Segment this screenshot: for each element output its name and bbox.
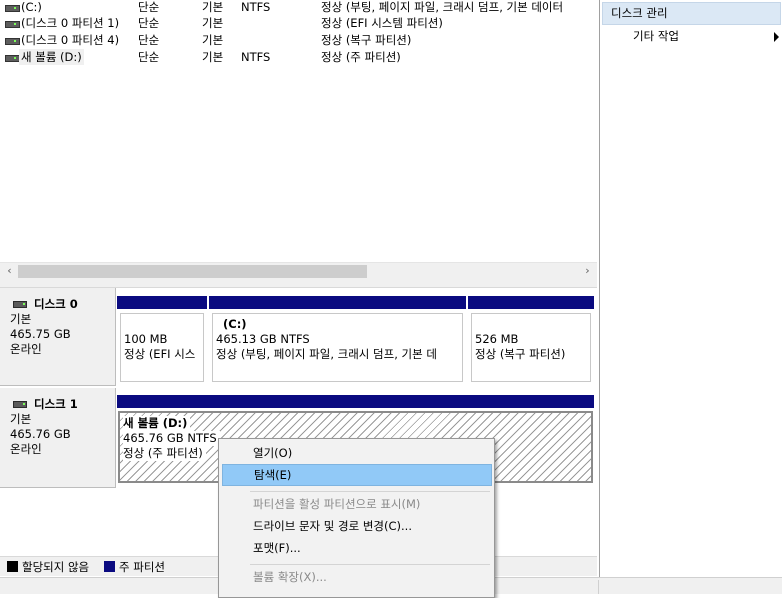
more-actions-item[interactable]: 기타 작업 [603, 26, 781, 47]
horizontal-scrollbar[interactable]: ‹ › [0, 262, 597, 279]
volume-row-part4[interactable]: (디스크 0 파티션 4) 단순 기본 정상 (복구 파티션) [0, 32, 597, 48]
menu-item-mark-active[interactable]: 파티션을 활성 파티션으로 표시(M) [222, 493, 492, 515]
disk-icon [13, 401, 27, 408]
menu-item-open[interactable]: 열기(O) [222, 442, 492, 464]
disk-0-type: 기본 [10, 312, 32, 326]
disk-0-partitions: 100 MB 정상 (EFI 시스 (C:) 465.13 GB NTFS 정상… [117, 296, 594, 386]
unallocated-swatch [7, 561, 18, 572]
volume-list[interactable]: (C:) 단순 기본 NTFS 정상 (부팅, 페이지 파일, 크래시 덤프, … [0, 0, 597, 262]
volume-name: 새 볼륨 (D:) [19, 49, 84, 65]
partition-status: 정상 (EFI 시스 [124, 347, 196, 361]
actions-header[interactable]: 디스크 관리 [602, 2, 781, 25]
partition-recovery[interactable]: 526 MB 정상 (복구 파티션) [466, 296, 594, 386]
volume-status: 정상 (주 파티션) [321, 50, 401, 64]
volume-row-part1[interactable]: (디스크 0 파티션 1) 단순 기본 정상 (EFI 시스템 파티션) [0, 15, 597, 31]
volume-name: (디스크 0 파티션 4) [21, 33, 120, 47]
partition-efi[interactable]: 100 MB 정상 (EFI 시스 [117, 296, 207, 386]
volume-icon [5, 19, 20, 28]
menu-separator [250, 491, 490, 492]
partition-size: 465.76 GB NTFS [123, 431, 220, 446]
volume-type: 기본 [202, 33, 224, 47]
partition-bar [468, 296, 594, 309]
legend-primary: 주 파티션 [119, 560, 165, 574]
volume-type: 기본 [202, 16, 224, 30]
menu-item-explore[interactable]: 탐색(E) [222, 464, 492, 486]
primary-swatch [104, 561, 115, 572]
disk-1-name: 디스크 1 [10, 397, 115, 412]
partition-size: 100 MB [124, 332, 168, 346]
scroll-right-icon[interactable]: › [579, 263, 596, 280]
volume-type: 기본 [202, 50, 224, 64]
menu-item-format[interactable]: 포맷(F)... [222, 537, 492, 559]
partition-title: (C:) [223, 317, 247, 331]
partition-c[interactable]: (C:) 465.13 GB NTFS 정상 (부팅, 페이지 파일, 크래시 … [207, 296, 466, 386]
volume-layout: 단순 [138, 0, 160, 14]
disk-0-label[interactable]: 디스크 0 기본 465.75 GB 온라인 [0, 288, 116, 386]
volume-row-d[interactable]: 새 볼륨 (D:) 단순 기본 NTFS 정상 (주 파티션) [0, 49, 597, 65]
volume-type: 기본 [202, 0, 224, 14]
volume-row-c[interactable]: (C:) 단순 기본 NTFS 정상 (부팅, 페이지 파일, 크래시 덤프, … [0, 0, 597, 15]
disk-0-state: 온라인 [10, 342, 42, 356]
volume-fs: NTFS [241, 0, 271, 14]
volume-status: 정상 (EFI 시스템 파티션) [321, 16, 443, 30]
partition-bar [117, 395, 594, 408]
volume-icon [5, 3, 20, 12]
disk-1-type: 기본 [10, 412, 32, 426]
volume-name: (디스크 0 파티션 1) [21, 16, 120, 30]
volume-fs: NTFS [241, 50, 271, 64]
menu-separator [250, 564, 490, 565]
partition-bar [117, 296, 207, 309]
partition-status: 정상 (복구 파티션) [475, 347, 566, 361]
volume-layout: 단순 [138, 16, 160, 30]
disk-0-size: 465.75 GB [10, 327, 71, 341]
disk-1-label[interactable]: 디스크 1 기본 465.76 GB 온라인 [0, 388, 116, 488]
disk-1-state: 온라인 [10, 442, 42, 456]
actions-pane: 디스크 관리 기타 작업 [599, 0, 782, 577]
legend-unallocated: 할당되지 않음 [22, 560, 90, 574]
status-divider [598, 580, 599, 594]
volume-icon [5, 53, 20, 62]
volume-layout: 단순 [138, 50, 160, 64]
more-actions-label: 기타 작업 [633, 29, 679, 43]
submenu-arrow-icon [774, 32, 779, 42]
partition-size: 526 MB [475, 332, 519, 346]
partition-size: 465.13 GB NTFS [216, 332, 310, 346]
context-menu: 열기(O) 탐색(E) 파티션을 활성 파티션으로 표시(M) 드라이브 문자 … [218, 438, 495, 598]
partition-title: 새 볼륨 (D:) [123, 416, 191, 431]
disk-0-name: 디스크 0 [10, 297, 115, 312]
menu-item-extend[interactable]: 볼륨 확장(X)... [222, 566, 492, 588]
disk-1-size: 465.76 GB [10, 427, 71, 441]
volume-name: (C:) [21, 0, 42, 14]
partition-status: 정상 (주 파티션) [123, 446, 206, 461]
volume-status: 정상 (부팅, 페이지 파일, 크래시 덤프, 기본 데이터 [321, 0, 564, 14]
volume-status: 정상 (복구 파티션) [321, 33, 412, 47]
menu-item-change-letter[interactable]: 드라이브 문자 및 경로 변경(C)... [222, 515, 492, 537]
scroll-left-icon[interactable]: ‹ [1, 263, 18, 280]
partition-bar [209, 296, 466, 309]
scroll-thumb[interactable] [18, 265, 367, 278]
pane-splitter[interactable] [0, 279, 597, 288]
partition-status: 정상 (부팅, 페이지 파일, 크래시 덤프, 기본 데 [216, 347, 437, 361]
volume-icon [5, 36, 20, 45]
disk-icon [13, 301, 27, 308]
volume-layout: 단순 [138, 33, 160, 47]
